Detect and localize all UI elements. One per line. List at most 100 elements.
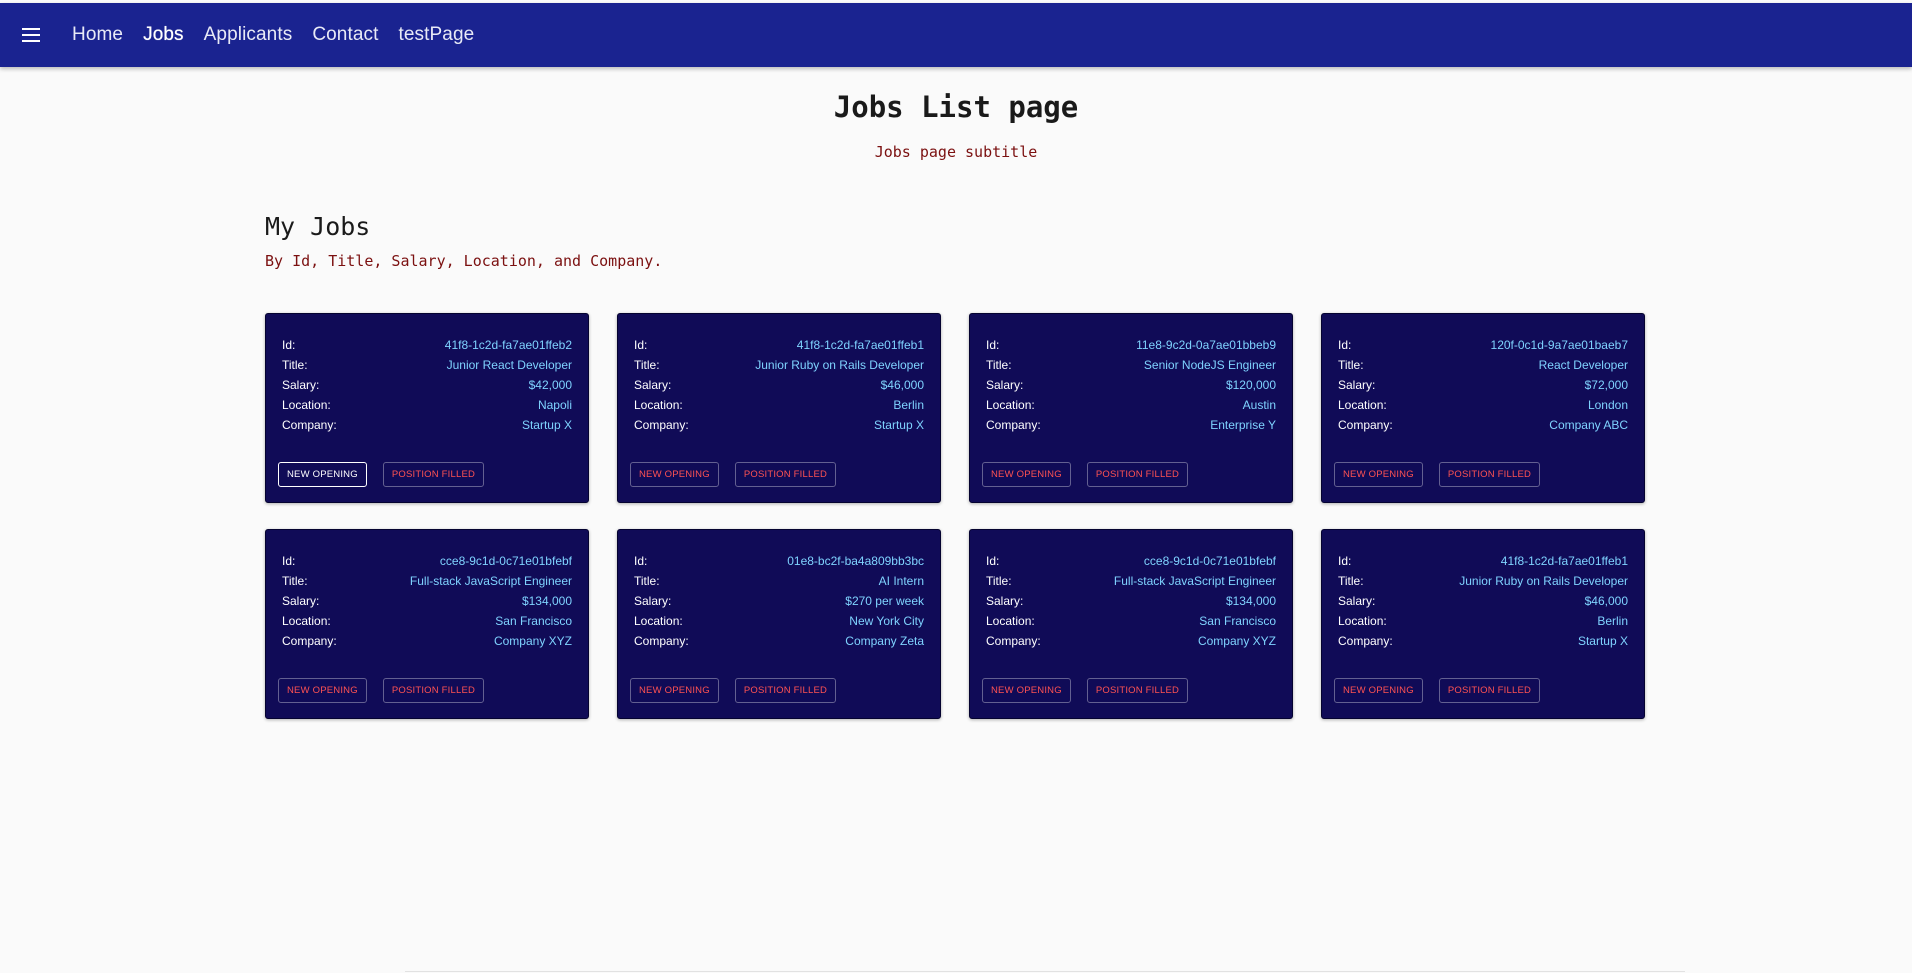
job-id-value: cce8-9c1d-0c71e01bfebf	[439, 554, 572, 568]
job-location-row: Location: Berlin	[1338, 611, 1628, 631]
job-salary-row: Salary: $46,000	[1338, 591, 1628, 611]
job-salary-row: Salary: $134,000	[986, 591, 1276, 611]
job-title-value: React Developer	[1538, 358, 1628, 372]
job-title-row: Title: AI Intern	[634, 571, 924, 591]
nav-link-jobs[interactable]: Jobs	[133, 24, 194, 46]
job-details: Id: cce8-9c1d-0c71e01bfebf Title: Full-stac…	[986, 551, 1276, 651]
job-company-row: Company: Startup X	[282, 415, 572, 435]
job-title-label: Title:	[986, 574, 1012, 588]
job-salary-value: $134,000	[521, 594, 572, 608]
job-location-label: Location:	[282, 398, 331, 412]
job-location-label: Location:	[986, 398, 1035, 412]
job-location-label: Location:	[1338, 614, 1387, 628]
job-company-row: Company: Startup X	[1338, 631, 1628, 651]
job-location-label: Location:	[282, 614, 331, 628]
job-id-label: Id:	[282, 554, 296, 568]
job-title-label: Title:	[282, 574, 308, 588]
job-id-label: Id:	[986, 554, 1000, 568]
job-id-row: Id: 41f8-1c2d-fa7ae01ffeb1	[1338, 551, 1628, 571]
job-details: Id: 41f8-1c2d-fa7ae01ffeb2 Title: Junior Re…	[282, 335, 572, 435]
new-opening-button[interactable]: NEW OPENING	[630, 462, 719, 487]
job-salary-label: Salary:	[282, 594, 320, 608]
job-salary-row: Salary: $46,000	[634, 375, 924, 395]
job-card: Id: 41f8-1c2d-fa7ae01ffeb2 Title: Junior Re…	[265, 313, 589, 503]
job-title-label: Title:	[986, 358, 1012, 372]
job-card: Id: 11e8-9c2d-0a7ae01bbeb9 Title: Senior No…	[969, 313, 1293, 503]
job-location-value: Berlin	[893, 398, 924, 412]
job-id-label: Id:	[1338, 338, 1352, 352]
job-id-value: 11e8-9c2d-0a7ae01bbeb9	[1136, 338, 1276, 352]
job-company-value: Company XYZ	[493, 634, 572, 648]
job-details: Id: 41f8-1c2d-fa7ae01ffeb1 Title: Junior Ru…	[634, 335, 924, 435]
nav-link-applicants[interactable]: Applicants	[194, 24, 303, 46]
job-salary-row: Salary: $134,000	[282, 591, 572, 611]
job-title-row: Title: Full-stack JavaScript Engineer	[986, 571, 1276, 591]
job-id-value: 41f8-1c2d-fa7ae01ffeb1	[1500, 554, 1628, 568]
job-card: Id: cce8-9c1d-0c71e01bfebf Title: Full-stac…	[969, 529, 1293, 719]
job-salary-row: Salary: $72,000	[1338, 375, 1628, 395]
new-opening-button[interactable]: NEW OPENING	[1334, 678, 1423, 703]
job-details: Id: 11e8-9c2d-0a7ae01bbeb9 Title: Senior No…	[986, 335, 1276, 435]
job-company-row: Company: Enterprise Y	[986, 415, 1276, 435]
nav-link-contact[interactable]: Contact	[302, 24, 388, 46]
new-opening-button[interactable]: NEW OPENING	[278, 678, 367, 703]
job-location-row: Location: Austin	[986, 395, 1276, 415]
job-title-value: Junior React Developer	[446, 358, 572, 372]
job-salary-value: $120,000	[1225, 378, 1276, 392]
menu-button[interactable]	[0, 3, 62, 67]
position-filled-button[interactable]: POSITION FILLED	[1086, 462, 1189, 487]
footer-divider	[405, 971, 1685, 972]
job-company-row: Company: Company XYZ	[986, 631, 1276, 651]
job-id-value: 120f-0c1d-9a7ae01baeb7	[1490, 338, 1628, 352]
job-location-value: London	[1587, 398, 1628, 412]
job-title-label: Title:	[634, 574, 660, 588]
job-title-value: Full-stack JavaScript Engineer	[1113, 574, 1276, 588]
job-salary-value: $46,000	[880, 378, 924, 392]
job-title-value: Junior Ruby on Rails Developer	[1459, 574, 1628, 588]
position-filled-button[interactable]: POSITION FILLED	[1438, 678, 1541, 703]
job-actions: NEW OPENING POSITION FILLED	[982, 462, 1189, 487]
job-details: Id: cce8-9c1d-0c71e01bfebf Title: Full-stac…	[282, 551, 572, 651]
job-salary-label: Salary:	[1338, 594, 1376, 608]
job-details: Id: 120f-0c1d-9a7ae01baeb7 Title: React Dev…	[1338, 335, 1628, 435]
job-actions: NEW OPENING POSITION FILLED	[278, 462, 485, 487]
job-company-row: Company: Company ABC	[1338, 415, 1628, 435]
job-salary-label: Salary:	[282, 378, 320, 392]
job-location-value: San Francisco	[1199, 614, 1276, 628]
job-details: Id: 01e8-bc2f-ba4a809bb3bc Title: AI Intern…	[634, 551, 924, 651]
new-opening-button[interactable]: NEW OPENING	[982, 678, 1071, 703]
job-id-value: cce8-9c1d-0c71e01bfebf	[1143, 554, 1276, 568]
job-actions: NEW OPENING POSITION FILLED	[630, 462, 837, 487]
job-company-row: Company: Company XYZ	[282, 631, 572, 651]
job-title-row: Title: Full-stack JavaScript Engineer	[282, 571, 572, 591]
position-filled-button[interactable]: POSITION FILLED	[734, 462, 837, 487]
new-opening-button[interactable]: NEW OPENING	[278, 462, 367, 487]
job-salary-row: Salary: $270 per week	[634, 591, 924, 611]
job-location-row: Location: New York City	[634, 611, 924, 631]
job-salary-value: $46,000	[1584, 594, 1628, 608]
job-salary-row: Salary: $120,000	[986, 375, 1276, 395]
job-title-row: Title: Junior Ruby on Rails Developer	[1338, 571, 1628, 591]
position-filled-button[interactable]: POSITION FILLED	[382, 462, 485, 487]
job-company-row: Company: Company Zeta	[634, 631, 924, 651]
new-opening-button[interactable]: NEW OPENING	[630, 678, 719, 703]
position-filled-button[interactable]: POSITION FILLED	[382, 678, 485, 703]
nav-link-home[interactable]: Home	[62, 24, 133, 46]
job-location-value: New York City	[849, 614, 924, 628]
new-opening-button[interactable]: NEW OPENING	[982, 462, 1071, 487]
job-location-row: Location: San Francisco	[282, 611, 572, 631]
job-title-value: Senior NodeJS Engineer	[1143, 358, 1276, 372]
job-location-label: Location:	[986, 614, 1035, 628]
job-title-value: AI Intern	[878, 574, 924, 588]
jobs-grid: Id: 41f8-1c2d-fa7ae01ffeb2 Title: Junior Re…	[265, 313, 1645, 719]
position-filled-button[interactable]: POSITION FILLED	[1086, 678, 1189, 703]
new-opening-button[interactable]: NEW OPENING	[1334, 462, 1423, 487]
job-title-label: Title:	[1338, 574, 1364, 588]
job-salary-label: Salary:	[986, 594, 1024, 608]
nav-link-testpage[interactable]: testPage	[389, 24, 485, 46]
position-filled-button[interactable]: POSITION FILLED	[1438, 462, 1541, 487]
position-filled-button[interactable]: POSITION FILLED	[734, 678, 837, 703]
job-company-label: Company:	[282, 634, 337, 648]
job-card: Id: 41f8-1c2d-fa7ae01ffeb1 Title: Junior Ru…	[617, 313, 941, 503]
job-title-row: Title: Junior Ruby on Rails Developer	[634, 355, 924, 375]
